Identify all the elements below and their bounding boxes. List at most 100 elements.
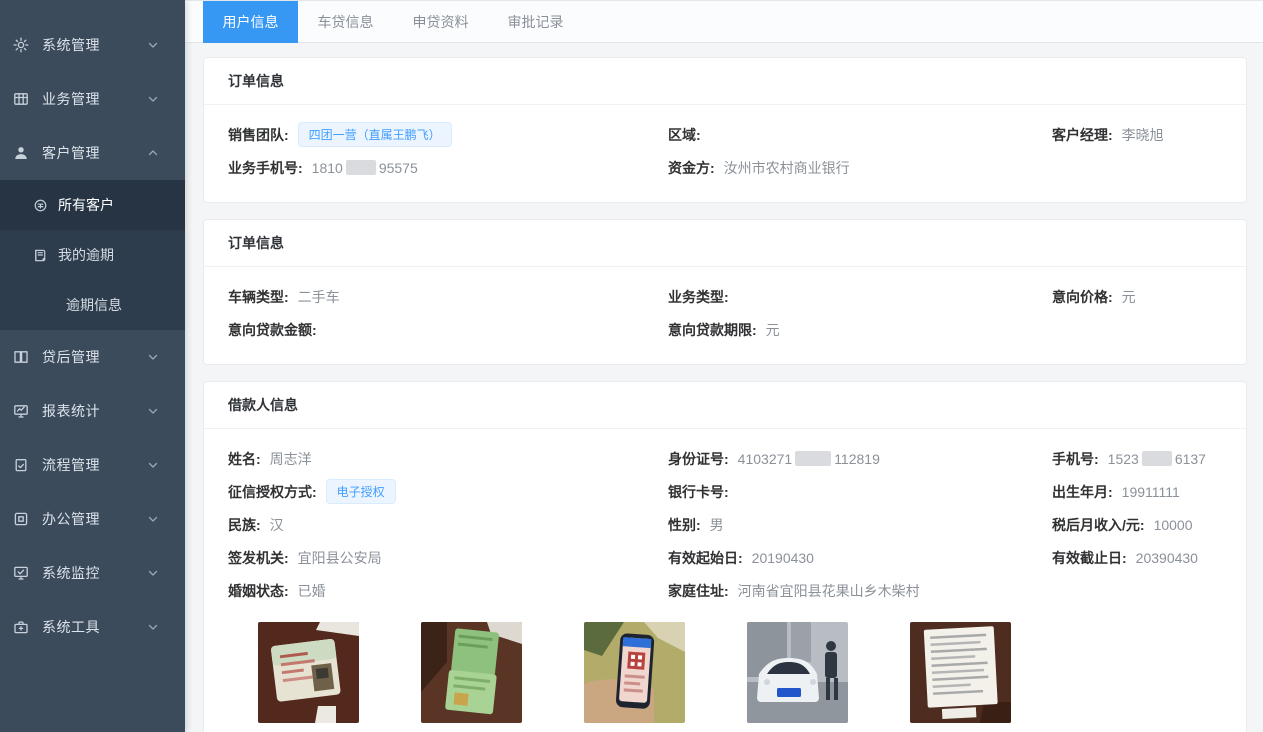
- sidebar-item-all-customers[interactable]: 所有客户: [0, 180, 185, 230]
- field-label: 民族:: [228, 515, 261, 535]
- field-label: 有效起始日:: [668, 548, 743, 568]
- field-value: 4103271112819: [738, 451, 880, 467]
- main-content: 用户信息 车贷信息 申贷资料 审批记录 订单信息 销售团队: 四团一营（直属王鹏…: [185, 0, 1263, 732]
- photo-id-card[interactable]: 个人照: [258, 622, 359, 732]
- field-label: 销售团队:: [228, 125, 289, 145]
- sales-team-chip[interactable]: 四团一营（直属王鹏飞）: [298, 122, 452, 147]
- chevron-down-icon: [147, 513, 159, 525]
- field-business-phone: 业务手机号: 181095575: [228, 158, 668, 178]
- sidebar-item-label: 所有客户: [58, 195, 114, 215]
- field-value: 181095575: [312, 160, 418, 176]
- field-ethnicity: 民族: 汉: [228, 515, 668, 535]
- field-value: 10000: [1154, 517, 1193, 533]
- photo-green-booklet[interactable]: 翻拍证照片: [421, 622, 522, 732]
- sidebar-item-label: 逾期信息: [66, 295, 122, 315]
- sidebar-item-workflow-mgmt[interactable]: 流程管理: [0, 438, 185, 492]
- id-card-photo-thumbnail: [258, 622, 359, 723]
- field-intent-loan-term: 意向贷款期限: 元: [668, 320, 1052, 340]
- sidebar-item-system-monitor[interactable]: 系统监控: [0, 546, 185, 600]
- field-label: 婚姻状态:: [228, 581, 289, 601]
- sidebar-item-system-tools[interactable]: 系统工具: [0, 600, 185, 654]
- sidebar-item-overdue-info[interactable]: 逾期信息: [0, 280, 185, 330]
- sidebar-item-postloan-mgmt[interactable]: 贷后管理: [0, 330, 185, 384]
- sidebar-item-label: 贷后管理: [42, 347, 100, 367]
- field-value: 元: [1122, 287, 1136, 307]
- sidebar-item-label: 业务管理: [42, 89, 100, 109]
- book-icon: [33, 248, 48, 263]
- field-label: 税后月收入/元:: [1052, 515, 1145, 535]
- sidebar-item-office-mgmt[interactable]: 办公管理: [0, 492, 185, 546]
- field-value: 汝州市农村商业银行: [724, 158, 850, 178]
- field-account-manager: 客户经理: 李晓旭: [1052, 125, 1222, 145]
- sidebar-item-report-stats[interactable]: 报表统计: [0, 384, 185, 438]
- field-name: 姓名: 周志洋: [228, 449, 668, 469]
- photo-person-with-car[interactable]: 个人照: [747, 622, 848, 732]
- field-label: 业务手机号:: [228, 158, 303, 178]
- chevron-up-icon: [147, 147, 159, 159]
- field-value: 二手车: [298, 287, 340, 307]
- gear-icon: [13, 37, 29, 53]
- tab-loan-application-docs[interactable]: 申贷资料: [393, 1, 488, 43]
- sidebar-item-label: 系统工具: [42, 617, 100, 637]
- chevron-down-icon: [147, 39, 159, 51]
- sidebar-item-business-mgmt[interactable]: 业务管理: [0, 72, 185, 126]
- customer-mgmt-submenu: 所有客户 我的逾期 逾期信息: [0, 180, 185, 330]
- field-label: 出生年月:: [1052, 482, 1113, 502]
- field-issuing-authority: 签发机关: 宜阳县公安局: [228, 548, 668, 568]
- green-booklet-photo-thumbnail: [421, 622, 522, 723]
- photo-paper-document[interactable]: 补充材料: [910, 622, 1011, 732]
- sidebar-item-label: 系统管理: [42, 35, 100, 55]
- tab-user-info[interactable]: 用户信息: [203, 1, 298, 43]
- chevron-down-icon: [147, 351, 159, 363]
- field-label: 客户经理:: [1052, 125, 1113, 145]
- redaction-mask: [1142, 451, 1172, 466]
- sidebar: 系统管理 业务管理 客户管理 所有客户 我的逾期 逾期信息 贷后管理 报表统计: [0, 0, 185, 732]
- paper-document-photo-thumbnail: [910, 622, 1011, 723]
- credit-auth-chip[interactable]: 电子授权: [326, 479, 396, 504]
- sidebar-item-label: 流程管理: [42, 455, 100, 475]
- detail-tabs: 用户信息 车贷信息 申贷资料 审批记录: [185, 1, 1263, 43]
- sidebar-item-system-mgmt[interactable]: 系统管理: [0, 18, 185, 72]
- sidebar-item-customer-mgmt[interactable]: 客户管理: [0, 126, 185, 180]
- tab-panel-user-info: 订单信息 销售团队: 四团一营（直属王鹏飞） 区域: 客户经理: 李晓旭: [185, 43, 1263, 732]
- chevron-down-icon: [147, 93, 159, 105]
- field-value: 河南省宜阳县花果山乡木柴村: [738, 581, 920, 601]
- sidebar-item-label: 办公管理: [42, 509, 100, 529]
- field-value: 20190430: [752, 550, 814, 566]
- monitor-check-icon: [13, 565, 29, 581]
- field-gender: 性别: 男: [668, 515, 1052, 535]
- card-title: 借款人信息: [204, 382, 1246, 429]
- field-value: 已婚: [298, 581, 326, 601]
- field-value: 宜阳县公安局: [298, 548, 382, 568]
- tab-car-loan-info[interactable]: 车贷信息: [298, 1, 393, 43]
- car-photo-thumbnail: [747, 622, 848, 723]
- field-value: 元: [766, 320, 780, 340]
- chevron-down-icon: [147, 621, 159, 633]
- field-valid-to: 有效截止日: 20390430: [1052, 548, 1222, 568]
- redaction-mask: [346, 160, 376, 175]
- field-label: 有效截止日:: [1052, 548, 1127, 568]
- sidebar-item-my-overdue[interactable]: 我的逾期: [0, 230, 185, 280]
- square-target-icon: [13, 511, 29, 527]
- tab-approval-records[interactable]: 审批记录: [488, 1, 583, 43]
- field-monthly-income: 税后月收入/元: 10000: [1052, 515, 1222, 535]
- borrower-info-card: 借款人信息 姓名: 周志洋 身份证号: 4103271112819 手机号: 1…: [203, 381, 1247, 732]
- field-label: 性别:: [668, 515, 701, 535]
- field-label: 家庭住址:: [668, 581, 729, 601]
- field-region: 区域:: [668, 125, 1052, 145]
- chevron-down-icon: [147, 459, 159, 471]
- toolbox-icon: [13, 619, 29, 635]
- card-title: 订单信息: [204, 220, 1246, 267]
- photo-auth-screenshot[interactable]: 授权截图: [584, 622, 685, 732]
- grid-icon: [13, 91, 29, 107]
- field-intent-price: 意向价格: 元: [1052, 287, 1222, 307]
- field-label: 银行卡号:: [668, 482, 729, 502]
- sidebar-item-label: 系统监控: [42, 563, 100, 583]
- field-label: 手机号:: [1052, 449, 1099, 469]
- field-label: 意向价格:: [1052, 287, 1113, 307]
- field-funder: 资金方: 汝州市农村商业银行: [668, 158, 1052, 178]
- user-icon: [13, 145, 29, 161]
- field-value: 汉: [270, 515, 284, 535]
- field-value: 周志洋: [270, 449, 312, 469]
- field-value: 男: [710, 515, 724, 535]
